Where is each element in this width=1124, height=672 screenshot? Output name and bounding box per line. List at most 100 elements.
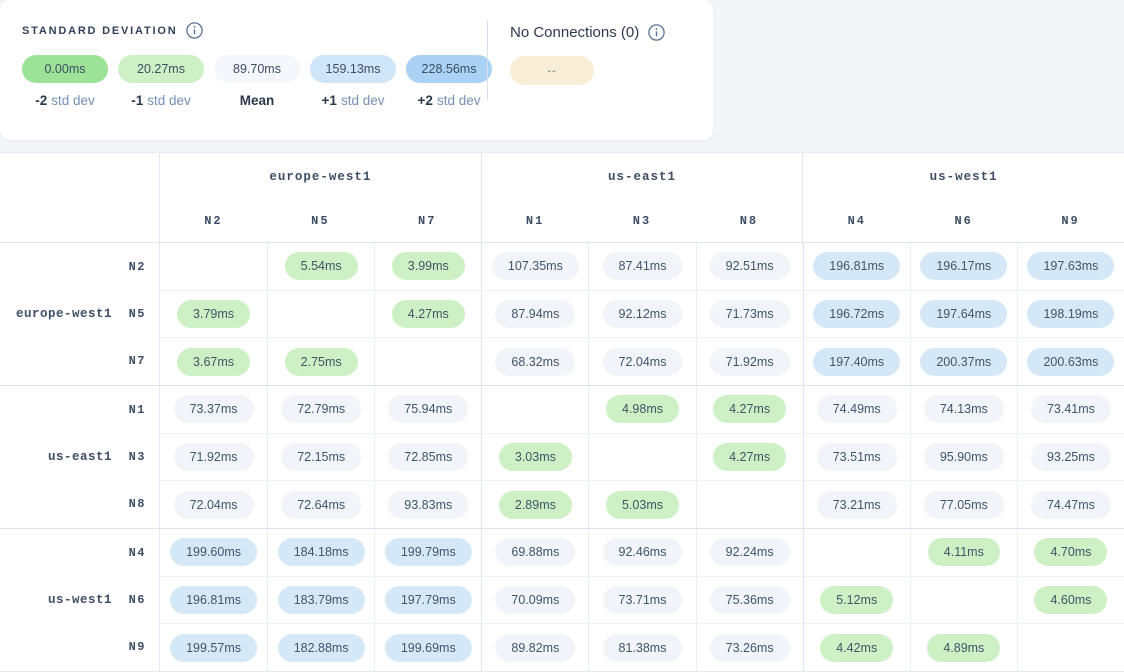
latency-value-pill[interactable]: 72.04ms (174, 491, 254, 519)
matrix-cell-N2-N4: 196.81ms (803, 243, 910, 290)
latency-value-pill[interactable]: 3.03ms (499, 443, 572, 471)
matrix-row-header-N7: N7 (112, 338, 159, 385)
matrix-cell-N3-N9: 93.25ms (1017, 433, 1124, 481)
latency-value-pill[interactable]: 197.64ms (920, 300, 1007, 328)
latency-value-pill[interactable]: 5.03ms (606, 491, 679, 519)
latency-value-pill[interactable]: 71.92ms (174, 443, 254, 471)
matrix-row-region-label: us-west1 (0, 529, 112, 671)
latency-value-pill[interactable]: 4.60ms (1034, 586, 1107, 614)
latency-value-pill[interactable]: 2.75ms (285, 348, 358, 376)
latency-value-pill[interactable]: 200.63ms (1027, 348, 1114, 376)
latency-value-pill[interactable]: 75.36ms (710, 586, 790, 614)
latency-value-pill[interactable]: 73.37ms (174, 395, 254, 423)
latency-value-pill[interactable]: 75.94ms (388, 395, 468, 423)
latency-value-pill[interactable]: 77.05ms (924, 491, 1004, 519)
latency-value-pill[interactable]: 199.79ms (385, 538, 472, 566)
matrix-header-spacer (0, 153, 160, 242)
matrix-cell-N5-N1: 87.94ms (481, 290, 588, 338)
latency-value-pill[interactable]: 4.27ms (392, 300, 465, 328)
latency-value-pill[interactable]: 199.57ms (170, 634, 257, 662)
latency-value-pill[interactable]: 183.79ms (278, 586, 365, 614)
latency-value-pill[interactable]: 72.85ms (388, 443, 468, 471)
latency-value-pill[interactable]: 73.26ms (710, 634, 790, 662)
latency-value-pill[interactable]: 4.27ms (713, 443, 786, 471)
matrix-cell-N7-N4: 197.40ms (803, 337, 910, 385)
matrix-row-header-N8: N8 (112, 481, 159, 528)
latency-value-pill[interactable]: 199.69ms (385, 634, 472, 662)
latency-value-pill[interactable]: 93.25ms (1031, 443, 1111, 471)
latency-value-pill[interactable]: 72.15ms (281, 443, 361, 471)
matrix-cell-N5-N8: 71.73ms (696, 290, 803, 338)
latency-value-pill[interactable]: 199.60ms (170, 538, 257, 566)
matrix-cell-N3-N7: 72.85ms (374, 433, 481, 481)
latency-value-pill[interactable]: 92.51ms (710, 252, 790, 280)
latency-value-pill[interactable]: 92.46ms (603, 538, 683, 566)
latency-value-pill[interactable]: 200.37ms (920, 348, 1007, 376)
latency-value-pill[interactable]: 4.27ms (713, 395, 786, 423)
latency-value-pill[interactable]: 72.64ms (281, 491, 361, 519)
matrix-cell-N9-N9 (1017, 623, 1124, 671)
latency-value-pill[interactable]: 3.99ms (392, 252, 465, 280)
latency-value-pill[interactable]: 93.83ms (388, 491, 468, 519)
latency-value-pill[interactable]: 73.51ms (817, 443, 897, 471)
latency-value-pill[interactable]: 74.49ms (817, 395, 897, 423)
latency-value-pill[interactable]: 198.19ms (1027, 300, 1114, 328)
latency-value-pill[interactable]: 4.70ms (1034, 538, 1107, 566)
latency-value-pill[interactable]: 71.73ms (710, 300, 790, 328)
latency-value-pill[interactable]: 87.94ms (495, 300, 575, 328)
latency-value-pill[interactable]: 81.38ms (603, 634, 683, 662)
latency-value-pill[interactable]: 5.12ms (820, 586, 893, 614)
latency-value-pill[interactable]: 197.79ms (385, 586, 472, 614)
matrix-cell-N5-N7: 4.27ms (374, 290, 481, 338)
latency-value-pill[interactable]: 4.11ms (928, 538, 1000, 566)
latency-value-pill[interactable]: 89.82ms (495, 634, 575, 662)
matrix-cell-N1-N5: 72.79ms (267, 386, 374, 433)
matrix-header-nodes: N1N3N8 (482, 200, 803, 242)
latency-value-pill[interactable]: 69.88ms (495, 538, 575, 566)
legend-step-label: +2std dev (418, 93, 481, 108)
latency-value-pill[interactable]: 4.42ms (820, 634, 893, 662)
latency-value-pill[interactable]: 197.40ms (813, 348, 900, 376)
legend-step-value-pill: 0.00ms (22, 55, 108, 83)
matrix-cell-N7-N5: 2.75ms (267, 337, 374, 385)
latency-value-pill[interactable]: 72.79ms (281, 395, 361, 423)
matrix-cell-N6-N3: 73.71ms (588, 576, 695, 624)
latency-value-pill[interactable]: 5.54ms (285, 252, 358, 280)
latency-value-pill[interactable]: 87.41ms (603, 252, 683, 280)
info-icon[interactable] (186, 22, 203, 39)
latency-value-pill[interactable]: 196.72ms (813, 300, 900, 328)
latency-value-pill[interactable]: 71.92ms (710, 348, 790, 376)
latency-value-pill[interactable]: 196.17ms (920, 252, 1007, 280)
latency-value-pill[interactable]: 197.63ms (1027, 252, 1114, 280)
matrix-cell-N8-N7: 93.83ms (374, 480, 481, 528)
latency-value-pill[interactable]: 70.09ms (495, 586, 575, 614)
latency-value-pill[interactable]: 73.71ms (603, 586, 683, 614)
matrix-cell-N5-N2: 3.79ms (160, 290, 267, 338)
latency-value-pill[interactable]: 73.21ms (817, 491, 897, 519)
latency-value-pill[interactable]: 73.41ms (1031, 395, 1111, 423)
latency-value-pill[interactable]: 196.81ms (813, 252, 900, 280)
latency-value-pill[interactable]: 107.35ms (492, 252, 579, 280)
latency-value-pill[interactable]: 2.89ms (499, 491, 572, 519)
latency-value-pill[interactable]: 92.24ms (710, 538, 790, 566)
latency-value-pill[interactable]: 184.18ms (278, 538, 365, 566)
info-icon[interactable] (648, 24, 665, 41)
latency-value-pill[interactable]: 4.98ms (606, 395, 679, 423)
matrix-cell-N1-N9: 73.41ms (1017, 386, 1124, 433)
latency-value-pill[interactable]: 68.32ms (495, 348, 575, 376)
latency-value-pill[interactable]: 72.04ms (603, 348, 683, 376)
latency-value-pill[interactable]: 182.88ms (278, 634, 365, 662)
latency-value-pill[interactable]: 3.79ms (177, 300, 250, 328)
latency-value-pill[interactable]: 3.67ms (177, 348, 250, 376)
latency-value-pill[interactable]: 92.12ms (603, 300, 683, 328)
latency-value-pill[interactable]: 74.47ms (1031, 491, 1111, 519)
matrix-cell-N2-N5: 5.54ms (267, 243, 374, 290)
matrix-body: europe-west1N2N5N75.54ms3.99ms107.35ms87… (0, 243, 1124, 671)
matrix-cell-N4-N7: 199.79ms (374, 529, 481, 576)
latency-value-pill[interactable]: 74.13ms (924, 395, 1004, 423)
latency-value-pill[interactable]: 4.89ms (927, 634, 1000, 662)
latency-value-pill[interactable]: 196.81ms (170, 586, 257, 614)
matrix-row-header-N9: N9 (112, 624, 159, 671)
legend-card: STANDARD DEVIATION 0.00ms-2std dev20.27m… (0, 0, 713, 140)
latency-value-pill[interactable]: 95.90ms (924, 443, 1004, 471)
